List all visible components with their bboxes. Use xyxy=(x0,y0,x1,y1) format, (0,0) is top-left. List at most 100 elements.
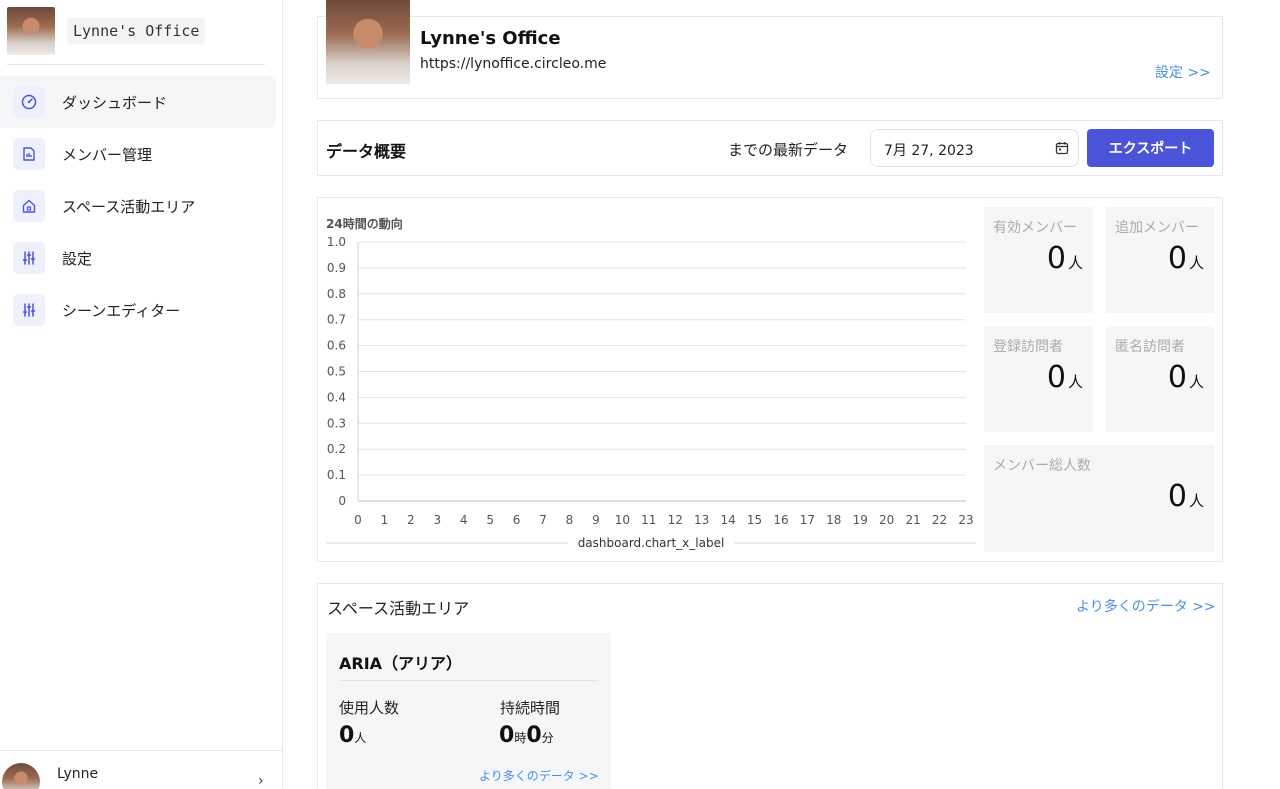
stat-active-members: 有効メンバー 0人 xyxy=(984,207,1093,313)
stat-label: メンバー総人数 xyxy=(993,458,1091,474)
stat-label: 匿名訪問者 xyxy=(1115,339,1185,355)
date-value: 7月 27, 2023 xyxy=(884,143,974,159)
stat-value: 0人 xyxy=(1168,241,1204,276)
x-tick-label: 2 xyxy=(407,513,415,527)
duration-label: 持続時間 xyxy=(500,699,561,717)
stat-number: 0 xyxy=(1046,360,1066,395)
export-button[interactable]: エクスポート xyxy=(1087,129,1214,167)
x-tick-label: 23 xyxy=(958,513,973,527)
users-number: 0 xyxy=(339,723,355,748)
chart-title: 24時間の動向 xyxy=(326,216,403,231)
x-tick-label: 6 xyxy=(513,513,521,527)
x-tick-label: 20 xyxy=(879,513,894,527)
stat-unit: 人 xyxy=(1188,492,1204,510)
sidebar-item-label: 設定 xyxy=(62,249,93,268)
divider xyxy=(7,64,265,65)
x-tick-label: 10 xyxy=(615,513,630,527)
x-tick-label: 4 xyxy=(460,513,468,527)
minutes-number: 0 xyxy=(526,723,542,748)
avatar xyxy=(2,763,40,789)
x-tick-label: 1 xyxy=(381,513,389,527)
minutes-unit: 分 xyxy=(541,731,554,745)
x-tick-label: 5 xyxy=(486,513,494,527)
x-tick-label: 19 xyxy=(853,513,868,527)
users-unit: 人 xyxy=(354,731,367,745)
y-tick-label: 1.0 xyxy=(327,235,346,249)
x-tick-label: 3 xyxy=(433,513,441,527)
gauge-icon xyxy=(13,86,45,118)
stat-value: 0人 xyxy=(1047,241,1083,276)
y-tick-label: 0.7 xyxy=(327,313,346,327)
x-tick-label: 16 xyxy=(773,513,788,527)
sliders-icon xyxy=(13,294,45,326)
users-value: 0人 xyxy=(339,723,366,748)
stat-label: 追加メンバー xyxy=(1115,220,1199,236)
sidebar-item-dashboard[interactable]: ダッシュボード xyxy=(0,76,276,128)
y-tick-label: 0.3 xyxy=(327,416,346,430)
stat-value: 0人 xyxy=(1168,360,1204,395)
brand[interactable]: Lynne's Office xyxy=(7,7,206,55)
y-tick-label: 0.8 xyxy=(327,287,346,301)
sidebar-item-label: スペース活動エリア xyxy=(62,197,196,216)
stat-total-members: メンバー総人数 0人 xyxy=(984,445,1214,552)
stat-number: 0 xyxy=(1167,241,1187,276)
stat-unit: 人 xyxy=(1067,373,1083,391)
users-label: 使用人数 xyxy=(339,699,400,717)
overview-title: データ概要 xyxy=(326,142,407,161)
office-url: https://lynoffice.circleo.me xyxy=(420,56,607,72)
sidebar: Lynne's Office ダッシュボード メンバー管理 スペース活動エリア … xyxy=(0,0,283,789)
y-tick-label: 0.9 xyxy=(327,261,346,275)
settings-link[interactable]: 設定 >> xyxy=(1155,62,1211,82)
y-tick-label: 0.1 xyxy=(327,468,346,482)
stat-anonymous-visitors: 匿名訪問者 0人 xyxy=(1106,326,1214,432)
stat-registered-visitors: 登録訪問者 0人 xyxy=(984,326,1093,432)
stat-added-members: 追加メンバー 0人 xyxy=(1106,207,1214,313)
x-tick-label: 15 xyxy=(747,513,762,527)
x-tick-label: 18 xyxy=(826,513,841,527)
hours-unit: 時 xyxy=(514,731,527,745)
y-tick-label: 0.6 xyxy=(327,339,346,353)
x-tick-label: 13 xyxy=(694,513,709,527)
user-menu[interactable]: Lynne › xyxy=(0,750,283,789)
x-tick-label: 21 xyxy=(905,513,920,527)
stat-number: 0 xyxy=(1167,479,1187,514)
x-tick-label: 11 xyxy=(641,513,656,527)
report-icon xyxy=(13,138,45,170)
home-icon xyxy=(13,190,45,222)
x-tick-label: 8 xyxy=(566,513,574,527)
sidebar-item-scene-editor[interactable]: シーンエディター xyxy=(0,284,276,336)
stat-label: 登録訪問者 xyxy=(993,339,1063,355)
area-more-data-link[interactable]: より多くのデータ >> xyxy=(479,767,599,784)
office-thumbnail xyxy=(326,0,410,84)
calendar-icon xyxy=(1054,140,1070,160)
sidebar-item-label: シーンエディター xyxy=(62,301,181,320)
sidebar-item-label: ダッシュボード xyxy=(62,93,168,112)
hours-number: 0 xyxy=(499,723,515,748)
app-root: Lynne's Office ダッシュボード メンバー管理 スペース活動エリア … xyxy=(0,0,1280,789)
brand-avatar xyxy=(7,7,55,55)
space-activity-title: スペース活動エリア xyxy=(327,599,470,618)
sidebar-item-settings[interactable]: 設定 xyxy=(0,232,276,284)
sidebar-item-space-activity[interactable]: スペース活動エリア xyxy=(0,180,276,232)
user-name: Lynne xyxy=(57,766,99,782)
stat-value: 0人 xyxy=(1047,360,1083,395)
sidebar-item-members[interactable]: メンバー管理 xyxy=(0,128,276,180)
stat-unit: 人 xyxy=(1188,373,1204,391)
area-name: ARIA（アリア） xyxy=(339,654,463,673)
x-tick-label: 9 xyxy=(592,513,600,527)
brand-name: Lynne's Office xyxy=(67,18,206,44)
y-tick-label: 0.5 xyxy=(327,365,346,379)
x-tick-label: 0 xyxy=(354,513,362,527)
sidebar-item-label: メンバー管理 xyxy=(62,145,153,164)
stat-value: 0人 xyxy=(1168,479,1204,514)
y-tick-label: 0 xyxy=(338,494,346,508)
stat-number: 0 xyxy=(1046,241,1066,276)
date-picker[interactable]: 7月 27, 2023 xyxy=(870,129,1079,167)
more-data-link[interactable]: より多くのデータ >> xyxy=(1076,596,1216,616)
office-title: Lynne's Office xyxy=(420,28,561,49)
x-tick-label: 22 xyxy=(932,513,947,527)
x-tick-label: 7 xyxy=(539,513,547,527)
y-tick-label: 0.2 xyxy=(327,442,346,456)
x-tick-label: 14 xyxy=(720,513,735,527)
latest-data-label: までの最新データ xyxy=(728,141,849,159)
